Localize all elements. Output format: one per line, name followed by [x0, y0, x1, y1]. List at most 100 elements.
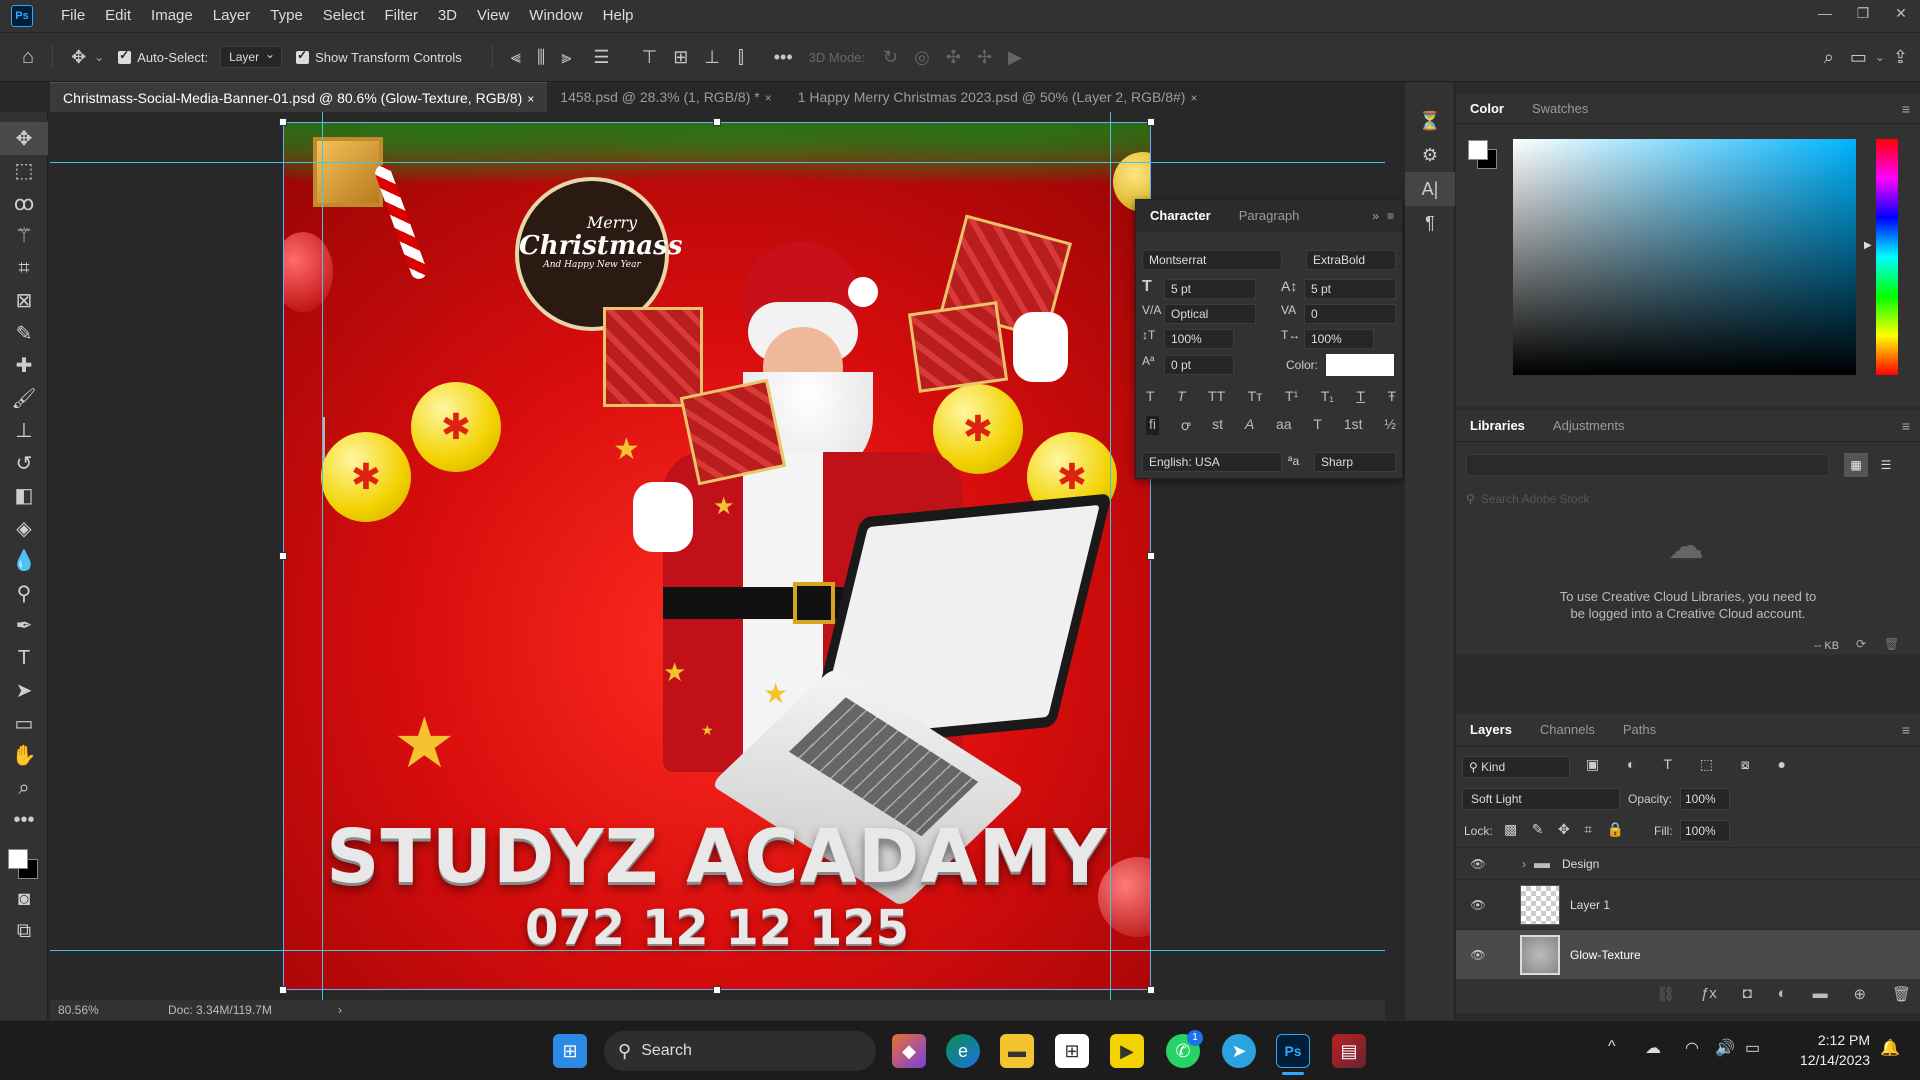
smart-object-filter-icon[interactable]: ⧇	[1741, 756, 1750, 773]
3d-slide-icon[interactable]: ✢	[977, 47, 992, 68]
3d-orbit-icon[interactable]: ↻	[883, 47, 898, 68]
menu-image[interactable]: Image	[141, 0, 203, 32]
swash-button[interactable]: A	[1245, 416, 1254, 435]
align-middle-icon[interactable]: ⊞	[673, 47, 688, 68]
taskbar-search[interactable]: ⚲ Search	[604, 1031, 876, 1071]
workspace-icon[interactable]: ▭	[1850, 47, 1867, 68]
align-left-icon[interactable]: ⫷	[511, 47, 521, 68]
adjustment-filter-icon[interactable]: ◐	[1627, 756, 1635, 773]
move-tool-icon[interactable]: ✥	[71, 47, 86, 68]
screen-mode-icon[interactable]: ⧉	[0, 916, 48, 949]
tab-channels[interactable]: Channels	[1526, 715, 1609, 745]
menu-file[interactable]: File	[51, 0, 95, 32]
all-caps-button[interactable]: TT	[1208, 388, 1225, 404]
paragraph-icon[interactable]: ¶	[1405, 206, 1455, 240]
show-hidden-icons-icon[interactable]: ^	[1608, 1038, 1616, 1056]
distribute-vertical-icon[interactable]: ⫿	[738, 47, 744, 68]
menu-layer[interactable]: Layer	[203, 0, 261, 32]
menu-window[interactable]: Window	[519, 0, 592, 32]
tab-happy-christmas-2023[interactable]: 1 Happy Merry Christmas 2023.psd @ 50% (…	[785, 82, 1211, 112]
visibility-eye-icon[interactable]: 👁	[1456, 948, 1500, 962]
transform-handle[interactable]	[1147, 986, 1155, 994]
microsoft-store-icon[interactable]: ⊞	[1055, 1034, 1089, 1068]
onedrive-icon[interactable]: ☁	[1645, 1038, 1661, 1058]
blur-tool-icon[interactable]: 💧	[0, 545, 48, 578]
history-brush-tool-icon[interactable]: ↺	[0, 447, 48, 480]
horizontal-scale-field[interactable]: 100%	[1304, 329, 1374, 349]
tab-swatches[interactable]: Swatches	[1518, 94, 1602, 124]
share-icon[interactable]: ⇪	[1893, 47, 1908, 68]
hue-slider-marker-icon[interactable]: ▶	[1864, 240, 1872, 251]
file-explorer-icon[interactable]: ▬	[1000, 1034, 1034, 1068]
distribute-icon[interactable]: ☰	[593, 47, 609, 68]
pixel-filter-icon[interactable]: ▣	[1586, 756, 1599, 773]
foreground-color-swatch[interactable]	[8, 849, 28, 869]
link-layers-icon[interactable]: ⛓	[1656, 985, 1675, 1003]
font-family-dropdown[interactable]: Montserrat	[1142, 250, 1282, 270]
eraser-tool-icon[interactable]: ◧	[0, 480, 48, 513]
healing-brush-tool-icon[interactable]: ✚	[0, 350, 48, 383]
tab-paragraph[interactable]: Paragraph	[1225, 201, 1314, 231]
player-icon[interactable]: ▶	[1110, 1034, 1144, 1068]
vertical-scale-field[interactable]: 100%	[1164, 329, 1234, 349]
grid-view-icon[interactable]: ▦	[1844, 453, 1868, 477]
stock-search[interactable]: ⚲ Search Adobe Stock	[1466, 488, 1910, 510]
library-select[interactable]	[1466, 454, 1829, 476]
trash-icon[interactable]: 🗑	[1884, 637, 1899, 651]
transform-handle[interactable]	[1147, 552, 1155, 560]
transform-handle[interactable]	[279, 118, 287, 126]
color-field[interactable]	[1513, 139, 1856, 375]
underline-button[interactable]: T	[1356, 388, 1365, 404]
magic-wand-tool-icon[interactable]: ⚚	[0, 220, 48, 253]
menu-help[interactable]: Help	[593, 0, 644, 32]
tab-paths[interactable]: Paths	[1609, 715, 1670, 745]
tab-christmas-banner[interactable]: Christmass-Social-Media-Banner-01.psd @ …	[50, 82, 548, 112]
more-options-icon[interactable]: •••	[774, 47, 793, 68]
tab-libraries[interactable]: Libraries	[1456, 411, 1539, 441]
kerning-dropdown[interactable]: Optical	[1164, 304, 1256, 324]
3d-roll-icon[interactable]: ◎	[914, 47, 930, 68]
baseline-field[interactable]: 0 pt	[1164, 355, 1234, 375]
layer-kind-filter[interactable]: ⚲ Kind	[1462, 756, 1570, 778]
discretionary-ligatures-button[interactable]: st	[1212, 416, 1223, 435]
battery-icon[interactable]: ▭	[1745, 1038, 1760, 1058]
expand-chevron-icon[interactable]: ›	[1522, 857, 1526, 871]
type-tool-icon[interactable]: T	[0, 642, 48, 675]
delete-layer-icon[interactable]: 🗑	[1892, 985, 1911, 1003]
close-icon[interactable]: ✕	[1882, 0, 1920, 26]
3d-pan-icon[interactable]: ✣	[946, 47, 961, 68]
font-size-field[interactable]: 5 pt	[1164, 279, 1256, 299]
menu-3d[interactable]: 3D	[428, 0, 467, 32]
crop-tool-icon[interactable]: ⌗	[0, 252, 48, 285]
blend-mode-dropdown[interactable]: Soft Light	[1462, 788, 1620, 810]
wifi-icon[interactable]: ◠	[1685, 1038, 1699, 1058]
path-selection-tool-icon[interactable]: ➤	[0, 675, 48, 708]
rectangle-tool-icon[interactable]: ▭	[0, 707, 48, 740]
photoshop-logo[interactable]: Ps	[11, 5, 33, 27]
lasso-tool-icon[interactable]: ꝏ	[0, 187, 48, 220]
minimize-icon[interactable]: —	[1806, 0, 1844, 26]
titling-button[interactable]: T	[1313, 416, 1322, 435]
edge-browser-icon[interactable]: e	[946, 1034, 980, 1068]
zoom-level[interactable]: 80.56%	[58, 1003, 148, 1017]
text-color-swatch[interactable]	[1326, 354, 1394, 376]
panel-menu-icon[interactable]: ≡	[1902, 418, 1910, 434]
transform-bounding-box[interactable]	[283, 122, 1151, 990]
stylistic-alternates-button[interactable]: aa	[1276, 416, 1292, 435]
panel-menu-icon[interactable]: ≡	[1902, 722, 1910, 738]
superscript-button[interactable]: T¹	[1285, 388, 1298, 404]
collapse-icon[interactable]: »	[1372, 209, 1379, 223]
align-bottom-icon[interactable]: ⊥	[704, 47, 720, 68]
foreground-color-swatch[interactable]	[1468, 140, 1488, 160]
move-tool-icon[interactable]: ✥	[0, 122, 48, 155]
type-filter-icon[interactable]: T	[1663, 756, 1672, 773]
opacity-field[interactable]: 100%	[1680, 788, 1730, 810]
tab-layers[interactable]: Layers	[1456, 715, 1526, 745]
layer-row-glow-texture[interactable]: 👁 Glow-Texture	[1456, 929, 1920, 979]
copilot-icon[interactable]: ◆	[892, 1034, 926, 1068]
stamp-tool-icon[interactable]: ⊥	[0, 415, 48, 448]
character-icon[interactable]: A|	[1405, 172, 1455, 206]
eyedropper-tool-icon[interactable]: ✎	[0, 317, 48, 350]
3d-scale-icon[interactable]: ▶	[1008, 47, 1022, 68]
hue-slider[interactable]	[1876, 139, 1898, 375]
